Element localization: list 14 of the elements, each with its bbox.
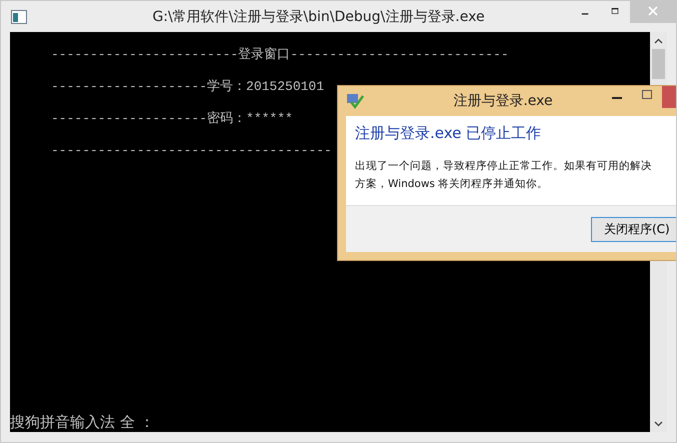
dialog-message: 出现了一个问题，导致程序停止正常工作。如果有可用的解决 <box>355 159 653 174</box>
input-method-status: 搜狗拼音输入法 全 ： <box>10 412 156 432</box>
dialog-message: 方案，Windows 将关闭程序并通知你。 <box>355 177 550 192</box>
dialog-title: 注册与登录.exe <box>452 92 554 110</box>
console-icon <box>11 10 27 24</box>
console-line: ------------------------------------ <box>51 142 332 160</box>
scroll-thumb[interactable] <box>652 49 665 79</box>
console-line: --------------------密码：****** <box>51 110 293 128</box>
close-program-button[interactable]: 关闭程序(C) <box>591 216 676 242</box>
checkmark-icon <box>346 93 364 109</box>
window-title: G:\常用软件\注册与登录\bin\Debug\注册与登录.exe <box>151 8 486 26</box>
console-line: ------------------------登录窗口---------------------------- <box>51 46 509 64</box>
console-line: --------------------学号：2015250101 <box>51 78 324 96</box>
dialog-heading: 注册与登录.exe 已停止工作 <box>355 124 542 143</box>
